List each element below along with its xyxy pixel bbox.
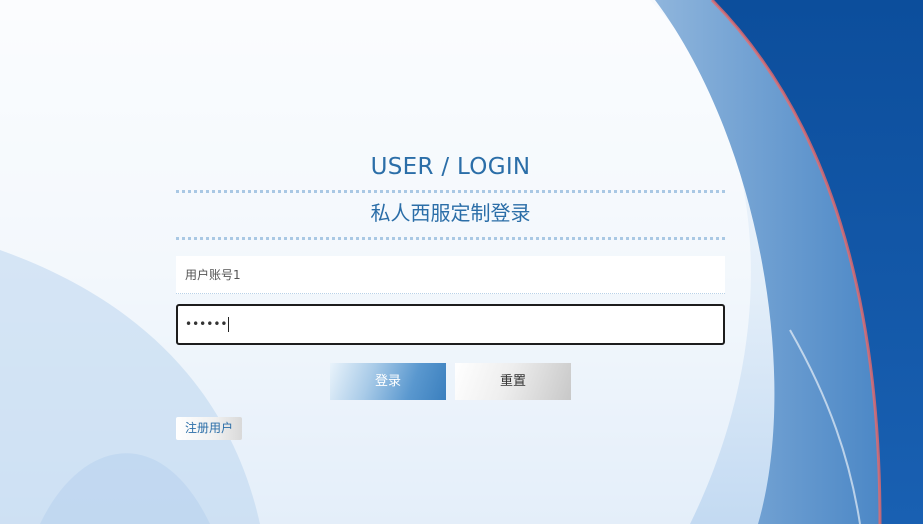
login-form: USER / LOGIN 私人西服定制登录 用户账号1 •••••• 登录 重置… <box>176 150 725 440</box>
username-input[interactable]: 用户账号1 <box>176 256 725 294</box>
text-caret <box>228 317 230 332</box>
username-value: 用户账号1 <box>185 268 241 282</box>
reset-button[interactable]: 重置 <box>455 363 571 400</box>
login-title-en: USER / LOGIN <box>370 154 531 180</box>
password-value: •••••• <box>185 317 228 331</box>
login-button[interactable]: 登录 <box>330 363 446 400</box>
login-title-cn: 私人西服定制登录 <box>370 201 531 225</box>
login-page: USER / LOGIN 私人西服定制登录 用户账号1 •••••• 登录 重置… <box>0 0 923 524</box>
register-button[interactable]: 注册用户 <box>176 417 243 440</box>
password-input[interactable]: •••••• <box>176 304 725 345</box>
divider-bottom <box>176 237 725 240</box>
